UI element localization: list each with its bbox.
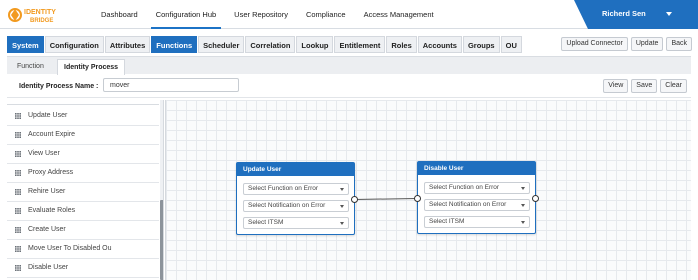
select-text: Select Function on Error [429,184,500,191]
drag-handle-icon[interactable] [15,265,21,271]
list-item[interactable]: Account Expire [7,126,159,145]
node-title[interactable]: Update User [237,163,354,176]
tab-correlation[interactable]: Correlation [245,36,296,53]
sub-tabs: Function Identity Process [7,56,691,75]
chevron-down-icon[interactable] [666,12,672,16]
tab-accounts[interactable]: Accounts [417,36,462,53]
connector-line[interactable] [354,198,418,200]
main-nav: Dashboard Configuration Hub User Reposit… [96,0,447,29]
nav-access-management[interactable]: Access Management [359,0,439,29]
function-on-error-select[interactable]: Select Function on Error [243,183,349,195]
view-button[interactable]: View [603,79,629,93]
output-port[interactable] [351,196,358,203]
functions-list-panel: Update User Account Expire View User Proxy … [7,100,164,280]
function-on-error-select[interactable]: Select Function on Error [424,182,530,194]
process-actions: View Save Clear [600,79,687,93]
list-item-label: Account Expire [28,131,76,138]
save-button[interactable]: Save [631,79,658,93]
chevron-down-icon [340,188,344,191]
list-item[interactable]: Evaluate Roles [7,202,159,221]
itsm-select[interactable]: Select ITSM [424,216,530,228]
process-name-input[interactable] [103,78,239,92]
list-top-divider [7,104,159,105]
tab-lookup[interactable]: Lookup [296,36,334,53]
list-item-label: Disable User [28,264,69,271]
tab-scheduler[interactable]: Scheduler [198,36,245,53]
drag-handle-icon[interactable] [15,189,21,195]
drag-handle-icon[interactable] [15,246,21,252]
list-item[interactable]: Proxy Address [7,164,159,183]
select-text: Select ITSM [248,219,284,226]
tab-entitlement[interactable]: Entitlement [334,36,386,53]
input-port[interactable] [414,195,421,202]
user-menu[interactable]: Richerd Sen [574,0,698,29]
nav-user-repository[interactable]: User Repository [229,0,293,29]
list-item-label: Evaluate Roles [28,207,76,214]
logo-text-line2: BRIDGE [30,18,53,24]
list-item-label: Move User To Disabled Ou [28,245,112,252]
tab-roles[interactable]: Roles [386,36,417,53]
subtab-identity-process[interactable]: Identity Process [57,59,126,75]
node-title[interactable]: Disable User [418,162,535,175]
clear-button[interactable]: Clear [660,79,687,93]
process-node-update-user[interactable]: Update User Select Function on Error Sel… [236,162,358,235]
nav-configuration-hub[interactable]: Configuration Hub [150,0,222,29]
logo-mark-icon: IDENTITY BRIDGE [8,8,56,24]
drag-handle-icon[interactable] [15,208,21,214]
tab-groups[interactable]: Groups [462,36,500,53]
output-port[interactable] [532,195,539,202]
drag-handle-icon[interactable] [15,170,21,176]
identity-bridge-logo[interactable]: IDENTITY BRIDGE [8,5,78,25]
chevron-down-icon [521,221,525,224]
list-item[interactable]: Rehire User [7,183,159,202]
process-name-row: Identity Process Name : View Save Clear [7,75,691,98]
chevron-down-icon [521,187,525,190]
list-item[interactable]: Move User To Disabled Ou [7,240,159,259]
module-tabs-row: System Configuration Attributes Function… [0,32,698,55]
nav-compliance[interactable]: Compliance [301,0,351,29]
tab-ou[interactable]: OU [500,36,522,53]
drag-handle-icon[interactable] [15,227,21,233]
process-canvas[interactable]: Update User Select Function on Error Sel… [165,100,691,280]
process-name-label: Identity Process Name : [19,83,99,90]
notification-on-error-select[interactable]: Select Notification on Error [424,199,530,211]
top-navbar: IDENTITY BRIDGE Dashboard Configuration … [0,0,698,29]
list-item[interactable]: Disable User [7,259,159,278]
update-button[interactable]: Update [630,37,664,51]
select-text: Select Notification on Error [248,202,326,209]
select-text: Select ITSM [429,218,465,225]
tab-functions[interactable]: Functions [151,36,198,53]
drag-handle-icon[interactable] [15,151,21,157]
back-button[interactable]: Back [666,37,692,51]
scrollbar-thumb[interactable] [160,200,163,280]
list-item[interactable]: Create User [7,221,159,240]
subtab-function[interactable]: Function [11,59,50,75]
list-item-label: Proxy Address [28,169,74,176]
module-tabs: System Configuration Attributes Function… [7,36,523,53]
list-item-label: View User [28,150,60,157]
list-item-label: Rehire User [28,188,66,195]
chevron-down-icon [340,222,344,225]
list-item[interactable]: View User [7,145,159,164]
list-item[interactable]: Update User [7,107,159,126]
drag-handle-icon[interactable] [15,132,21,138]
notification-on-error-select[interactable]: Select Notification on Error [243,200,349,212]
itsm-select[interactable]: Select ITSM [243,217,349,229]
user-name[interactable]: Richerd Sen [602,9,646,18]
tab-attributes[interactable]: Attributes [104,36,151,53]
toolbar: Upload Connector Update Back [558,37,692,51]
list-item-label: Update User [28,112,68,119]
drag-handle-icon[interactable] [15,113,21,119]
upload-connector-button[interactable]: Upload Connector [561,37,628,51]
select-text: Select Notification on Error [429,201,507,208]
logo-text-line1: IDENTITY [24,9,56,16]
select-text: Select Function on Error [248,185,319,192]
chevron-down-icon [340,205,344,208]
chevron-down-icon [521,204,525,207]
list-item-label: Create User [28,226,66,233]
process-node-disable-user[interactable]: Disable User Select Function on Error Se… [414,161,539,234]
nav-dashboard[interactable]: Dashboard [96,0,143,29]
tab-system[interactable]: System [7,36,44,53]
tab-configuration[interactable]: Configuration [44,36,104,53]
